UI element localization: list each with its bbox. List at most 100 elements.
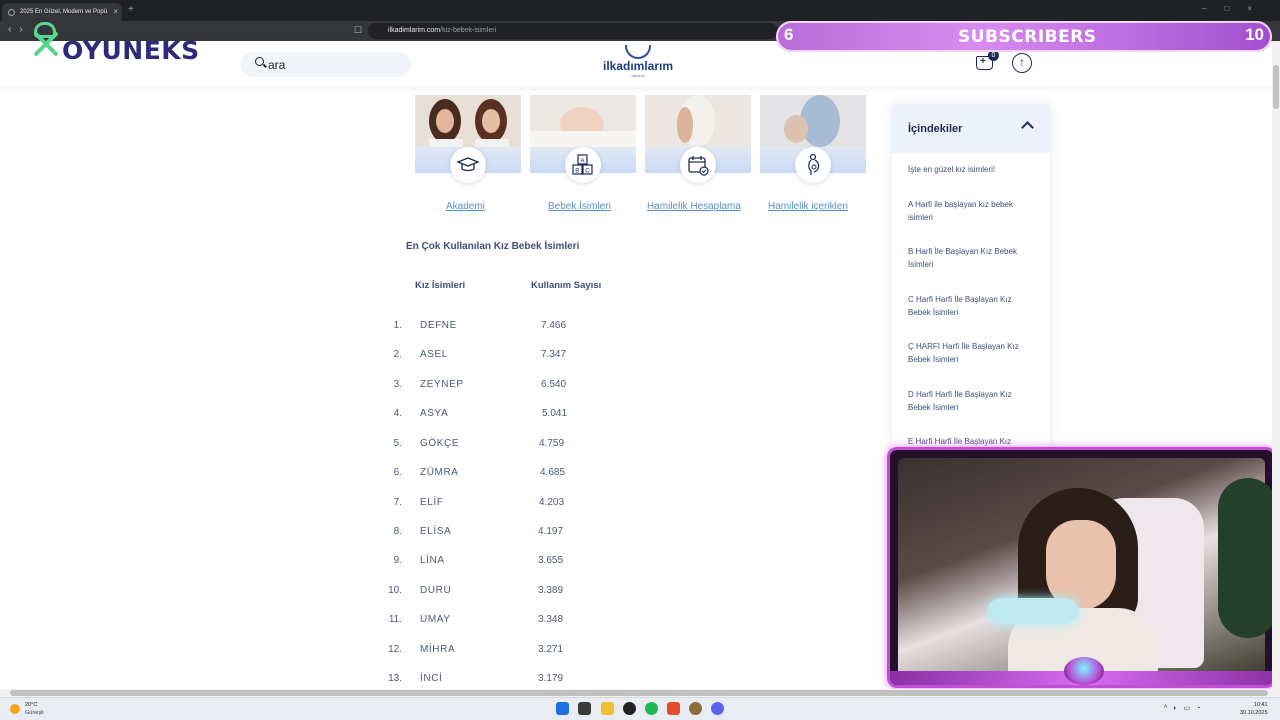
toc-item[interactable]: İşte en güzel kız isimleri! (908, 164, 1036, 177)
toc-header[interactable]: İçindekiler (892, 104, 1050, 153)
clock[interactable]: 10:41 30.10.2025 (1240, 701, 1268, 717)
card-label-akademi[interactable]: Akademi (446, 201, 485, 212)
row-number: 10. (388, 585, 402, 596)
search-input[interactable]: ara (268, 58, 285, 72)
start-icon[interactable] (556, 702, 569, 715)
chevron-up-icon[interactable] (1021, 121, 1034, 134)
browser-tab[interactable]: 2025 En Güzel, Modern ve Popü × (2, 3, 122, 21)
column-header-count: Kullanım Sayısı (531, 280, 602, 291)
cart-plus-icon: + (980, 56, 986, 67)
row-count: 4.203 (539, 497, 565, 508)
calendar-icon (680, 147, 716, 183)
clock-time: 10:41 (1253, 702, 1268, 708)
webcam-background (898, 458, 1273, 685)
row-name: İNCİ (420, 673, 443, 684)
file-explorer-icon[interactable] (601, 702, 614, 715)
toc-item[interactable]: B Harfi İle Başlayan Kız Bebek İsimleri (908, 246, 1036, 271)
weather-condition: Güneşli (25, 710, 44, 716)
mascot-icon (28, 22, 62, 70)
scroll-top-icon[interactable]: ↑ (1012, 53, 1032, 73)
search-icon (255, 57, 264, 66)
svg-text:C: C (585, 169, 590, 175)
row-number: 7. (393, 497, 402, 508)
subscriber-goal: 10 (1245, 25, 1264, 44)
scrollbar-thumb[interactable] (1273, 65, 1279, 109)
row-count: 4.759 (539, 438, 565, 449)
row-number: 6. (393, 467, 402, 478)
row-name: LİNA (420, 555, 445, 566)
row-count: 7.347 (541, 349, 567, 360)
row-name: MİHRA (420, 644, 456, 655)
row-name: ASEL (420, 349, 448, 360)
row-number: 3. (393, 379, 402, 390)
row-count: 4.685 (540, 467, 566, 478)
url-domain: ilkadimlarim.com (388, 27, 441, 34)
row-number: 4. (393, 408, 402, 419)
row-number: 9. (393, 555, 402, 566)
row-number: 8. (393, 526, 402, 537)
bookmark-icon[interactable]: ☐ (354, 25, 362, 36)
card-photo (415, 95, 521, 147)
horizontal-scrollbar[interactable] (0, 689, 1280, 697)
row-count: 4.197 (538, 526, 564, 537)
site-logo[interactable]: ilkadımlarım Aptamil (598, 45, 678, 83)
system-tray-icons[interactable]: ^◐▭◔ (1164, 704, 1206, 712)
card-label-hamilelik-hesaplama[interactable]: Hamilelik Hesaplama (647, 201, 741, 212)
card-hamilelik-hesaplama[interactable] (645, 95, 751, 183)
row-count: 6.540 (541, 379, 567, 390)
svg-text:A: A (581, 159, 585, 165)
tab-favicon-icon (8, 9, 15, 16)
tab-title: 2025 En Güzel, Modern ve Popü (20, 9, 108, 15)
address-bar[interactable]: ilkadimlarim.com/kiz-bebek-isimleri (368, 23, 778, 39)
brave-icon[interactable] (667, 702, 680, 715)
new-tab-button[interactable]: + (128, 4, 134, 15)
pregnant-woman-icon (795, 147, 831, 183)
sun-icon (10, 704, 20, 714)
subscriber-count: 6 (784, 25, 794, 44)
logo-mark-icon (625, 45, 651, 59)
vertical-scrollbar[interactable] (1272, 41, 1280, 689)
app-icon[interactable] (689, 702, 702, 715)
card-label-hamilelik-icerikleri[interactable]: Hamilelik içerikleri (768, 201, 848, 212)
row-number: 13. (388, 673, 402, 684)
section-title: En Çok Kullanılan Kız Bebek İsimleri (406, 241, 580, 252)
task-view-icon[interactable] (578, 702, 591, 715)
cart-icon[interactable]: + 0 (976, 50, 999, 70)
streamer-face (1046, 520, 1116, 610)
toc-item[interactable]: Ç HARFİ Harfi İle Başlayan Kız Bebek İsi… (908, 341, 1036, 366)
card-hamilelik-icerikleri[interactable] (760, 95, 866, 183)
search-box[interactable]: ara (241, 52, 411, 77)
card-label-bebek-isimleri[interactable]: Bebek İsimleri (548, 201, 611, 212)
logo-wordmark: OYUNEKS (62, 36, 200, 65)
toc-title: İçindekiler (908, 123, 963, 135)
row-name: UMAY (420, 614, 451, 625)
row-name: DURU (420, 585, 452, 596)
card-bebek-isimleri[interactable]: ABC (530, 95, 636, 183)
window-controls[interactable]: –□× (1202, 4, 1270, 13)
row-count: 3.271 (538, 644, 564, 655)
tab-close-icon[interactable]: × (113, 3, 118, 21)
windows-taskbar: 20°C Güneşli ^◐▭◔ 10:41 30.10.2025 (0, 697, 1280, 720)
row-count: 3.389 (538, 585, 564, 596)
row-name: ELİSA (420, 526, 452, 537)
row-name: DEFNE (420, 320, 457, 331)
microphone-icon (988, 598, 1078, 624)
row-name: ASYA (420, 408, 449, 419)
browser-tab-bar: 2025 En Güzel, Modern ve Popü × + –□× (0, 0, 1280, 21)
row-number: 5. (393, 438, 402, 449)
discord-icon[interactable] (711, 702, 724, 715)
toc-item[interactable]: D Harfi Harfi İle Başlayan Kız Bebek İsi… (908, 389, 1036, 414)
logo-text: ilkadımlarım (602, 59, 674, 73)
card-akademi[interactable] (415, 95, 521, 183)
row-number: 11. (388, 614, 402, 625)
row-count: 3.179 (538, 673, 564, 684)
toc-item[interactable]: C Harfi Harfi İle Başlayan Kız Bebek İsi… (908, 294, 1036, 319)
svg-text:B: B (575, 169, 579, 175)
scrollbar-thumb[interactable] (10, 690, 1268, 696)
obs-icon[interactable] (623, 702, 636, 715)
spotify-icon[interactable] (645, 702, 658, 715)
toc-item[interactable]: A Harfi ile başlayan kız bebek isimleri (908, 199, 1036, 224)
row-number: 12. (388, 644, 402, 655)
weather-temp: 20°C (25, 702, 38, 708)
clock-date: 30.10.2025 (1240, 710, 1268, 716)
